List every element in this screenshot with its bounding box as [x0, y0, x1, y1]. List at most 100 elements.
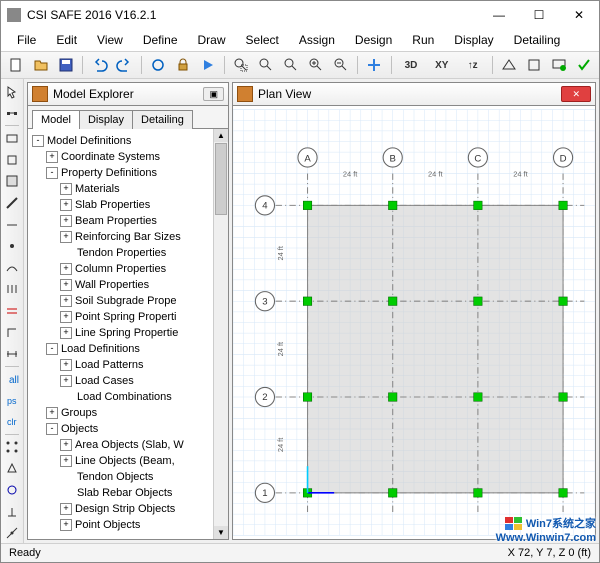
menu-define[interactable]: Define [133, 30, 188, 50]
model-tree[interactable]: -Model Definitions+Coordinate Systems-Pr… [28, 129, 213, 539]
expand-icon[interactable]: + [46, 407, 58, 419]
expand-icon[interactable]: + [60, 279, 72, 291]
draw-rect-tool[interactable] [2, 150, 22, 170]
previous-zoom-button[interactable] [280, 53, 303, 77]
expand-icon[interactable]: + [60, 503, 72, 515]
snap-line-tool[interactable] [2, 523, 22, 543]
scroll-up-arrow[interactable]: ▲ [214, 129, 228, 142]
tree-node[interactable]: +Design Strip Objects [32, 501, 213, 517]
3d-view-button[interactable]: 3D [397, 53, 426, 77]
menu-edit[interactable]: Edit [46, 30, 87, 50]
tree-node[interactable]: -Model Definitions [32, 133, 213, 149]
expand-icon[interactable]: + [60, 455, 72, 467]
tree-node[interactable]: +Column Properties [32, 261, 213, 277]
expand-icon[interactable]: + [60, 327, 72, 339]
collapse-icon[interactable]: - [32, 135, 44, 147]
quick-draw-tool[interactable] [2, 171, 22, 191]
menu-run[interactable]: Run [402, 30, 444, 50]
maximize-button[interactable]: ☐ [519, 1, 559, 29]
tab-model[interactable]: Model [32, 110, 80, 129]
prev-select-tool[interactable]: ps [2, 391, 22, 411]
tree-node[interactable]: +Materials [32, 181, 213, 197]
tz-view-button[interactable]: ↑z [458, 53, 487, 77]
tree-node[interactable]: +Point Spring Properti [32, 309, 213, 325]
tree-node[interactable]: +Soil Subgrade Prope [32, 293, 213, 309]
tree-node[interactable]: -Property Definitions [32, 165, 213, 181]
plan-view-canvas[interactable]: ABCD432124 ft24 ft24 ft24 ft24 ft24 ft [233, 106, 595, 539]
refresh-button[interactable] [147, 53, 170, 77]
tree-node[interactable]: +Load Patterns [32, 357, 213, 373]
tree-node[interactable]: +Line Objects (Beam, [32, 453, 213, 469]
redo-button[interactable] [113, 53, 136, 77]
collapse-icon[interactable]: - [46, 167, 58, 179]
draw-line-tool[interactable] [2, 215, 22, 235]
expand-icon[interactable]: + [60, 439, 72, 451]
menu-design[interactable]: Design [345, 30, 402, 50]
expand-icon[interactable]: + [60, 519, 72, 531]
menu-select[interactable]: Select [236, 30, 289, 50]
tree-node[interactable]: -Load Definitions [32, 341, 213, 357]
perspective-button[interactable] [498, 53, 521, 77]
expand-icon[interactable]: + [60, 215, 72, 227]
zoom-out-button[interactable] [329, 53, 352, 77]
rubber-zoom-button[interactable] [230, 53, 253, 77]
tree-node[interactable]: Slab Rebar Objects [32, 485, 213, 501]
pan-button[interactable] [363, 53, 386, 77]
expand-icon[interactable]: + [46, 151, 58, 163]
tree-node[interactable]: +Point Objects [32, 517, 213, 533]
collapse-icon[interactable]: - [46, 423, 58, 435]
tree-node[interactable]: +Beam Properties [32, 213, 213, 229]
tab-display[interactable]: Display [79, 110, 133, 129]
tree-node[interactable]: Tendon Objects [32, 469, 213, 485]
tree-node[interactable]: +Groups [32, 405, 213, 421]
draw-strip-tool[interactable] [2, 280, 22, 300]
collapse-icon[interactable]: - [46, 343, 58, 355]
tree-node[interactable]: +Slab Properties [32, 197, 213, 213]
menu-file[interactable]: File [7, 30, 46, 50]
tree-node[interactable]: +Line Spring Propertie [32, 325, 213, 341]
run-button[interactable] [196, 53, 219, 77]
undo-button[interactable] [88, 53, 111, 77]
menu-detailing[interactable]: Detailing [504, 30, 571, 50]
tree-scrollbar[interactable]: ▲ ▼ [213, 129, 228, 539]
save-button[interactable] [55, 53, 78, 77]
full-view-button[interactable] [255, 53, 278, 77]
menu-draw[interactable]: Draw [188, 30, 236, 50]
clear-select-tool[interactable]: clr [2, 412, 22, 432]
tree-node[interactable]: +Reinforcing Bar Sizes [32, 229, 213, 245]
tree-node[interactable]: +Load Cases [32, 373, 213, 389]
draw-beam-tool[interactable] [2, 193, 22, 213]
tree-node[interactable]: Load Combinations [32, 389, 213, 405]
tree-node[interactable]: +Wall Properties [32, 277, 213, 293]
expand-icon[interactable]: + [60, 359, 72, 371]
close-button[interactable]: ✕ [559, 1, 599, 29]
xy-view-button[interactable]: XY [427, 53, 456, 77]
expand-icon[interactable]: + [60, 199, 72, 211]
new-button[interactable] [5, 53, 28, 77]
select-all-tool[interactable]: all [2, 369, 22, 389]
draw-tendon-tool[interactable] [2, 258, 22, 278]
scroll-thumb[interactable] [215, 143, 227, 215]
plan-view-close-button[interactable]: ✕ [561, 86, 591, 102]
draw-column-tool[interactable] [2, 236, 22, 256]
expand-icon[interactable]: + [60, 263, 72, 275]
zoom-in-button[interactable] [304, 53, 327, 77]
menu-assign[interactable]: Assign [289, 30, 345, 50]
expand-icon[interactable]: + [60, 231, 72, 243]
expand-icon[interactable]: + [60, 295, 72, 307]
snap-point-tool[interactable] [2, 437, 22, 457]
snap-intersect-tool[interactable] [2, 480, 22, 500]
tree-node[interactable]: +Area Objects (Slab, W [32, 437, 213, 453]
draw-rebar-tool[interactable] [2, 301, 22, 321]
tree-node[interactable]: -Objects [32, 421, 213, 437]
object-shrink-button[interactable] [523, 53, 546, 77]
expand-icon[interactable]: + [60, 183, 72, 195]
expand-icon[interactable]: + [60, 311, 72, 323]
snap-perp-tool[interactable] [2, 502, 22, 522]
pointer-tool[interactable] [2, 82, 22, 102]
snap-mid-tool[interactable] [2, 459, 22, 479]
panel-restore-button[interactable]: ▣ [203, 87, 224, 101]
tab-detailing[interactable]: Detailing [132, 110, 193, 129]
open-button[interactable] [30, 53, 53, 77]
draw-dimension-tool[interactable] [2, 344, 22, 364]
